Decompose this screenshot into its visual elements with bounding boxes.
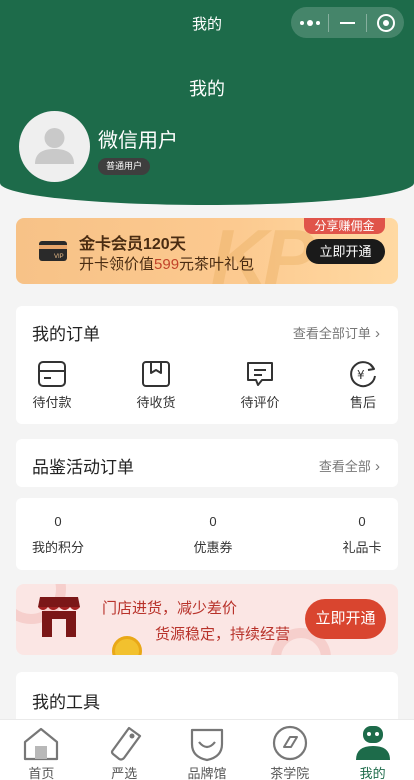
tools-title: 我的工具	[32, 693, 100, 712]
more-dots-icon[interactable]	[291, 7, 328, 38]
wallet-card-icon	[38, 361, 66, 387]
username[interactable]: 微信用户	[98, 124, 178, 153]
gift-card-value: 0	[358, 514, 366, 529]
comment-bubble-icon	[247, 362, 273, 386]
gift-card-item[interactable]: 0 礼品卡	[340, 514, 384, 556]
assets-card: 0 我的积分 0 优惠券 0 礼品卡	[16, 498, 398, 570]
avatar[interactable]	[19, 111, 90, 182]
tasting-orders-title: 品鉴活动订单	[32, 458, 134, 477]
svg-text:VIP: VIP	[54, 254, 64, 260]
tab-label: 品牌馆	[187, 766, 227, 780]
points-label: 我的积分	[32, 540, 85, 555]
tab-academy[interactable]: 茶学院	[248, 720, 331, 780]
points-item[interactable]: 0 我的积分	[32, 514, 84, 556]
banner-watermark: KP	[211, 218, 315, 284]
order-pending-receipt[interactable]: 待收货	[121, 360, 191, 411]
view-all-orders-link[interactable]: 查看全部订单	[293, 323, 380, 342]
tab-label: 我的	[359, 766, 386, 780]
package-box-icon	[142, 361, 170, 387]
target-close-icon[interactable]	[367, 7, 404, 38]
gold-membership-banner[interactable]: KP VIP 金卡会员120天 开卡领价值599元茶叶礼包 分享赚佣金 立即开通	[16, 218, 398, 284]
yuan-refund-icon: ¥	[350, 361, 376, 388]
home-icon	[24, 727, 59, 761]
profile-icon	[355, 726, 390, 760]
svg-text:¥: ¥	[357, 368, 365, 382]
minimize-icon[interactable]	[329, 7, 366, 38]
store-wholesale-banner[interactable]: 门店进货，减少差价 货源稳定，持续经营 立即开通	[16, 584, 398, 655]
tab-label: 严选	[111, 766, 138, 780]
orders-card: 我的订单 查看全部订单 待付款 待收货 待评价 ¥ 售后	[16, 306, 398, 424]
coupons-value: 0	[209, 514, 217, 529]
mini-program-capsule	[291, 7, 404, 38]
order-item-label: 售后	[349, 395, 376, 410]
coin-icon	[112, 636, 142, 655]
tab-selected[interactable]: 严选	[83, 720, 166, 780]
coupons-label: 优惠券	[193, 540, 233, 555]
points-value: 0	[54, 514, 62, 529]
academy-circle-icon	[272, 725, 307, 761]
order-item-label: 待收货	[136, 395, 176, 410]
gift-value: 599	[154, 256, 180, 273]
coupons-item[interactable]: 0 优惠券	[187, 514, 239, 556]
tab-label: 茶学院	[270, 766, 310, 780]
tab-brand[interactable]: 品牌馆	[166, 720, 249, 780]
gift-card-label: 礼品卡	[342, 540, 382, 555]
user-silhouette-icon	[35, 128, 74, 164]
store-banner-line2: 货源稳定，持续经营	[155, 626, 291, 643]
store-banner-line1: 门店进货，减少差价	[102, 600, 238, 617]
order-pending-review[interactable]: 待评价	[225, 360, 295, 411]
tab-home[interactable]: 首页	[0, 720, 83, 780]
gold-open-button[interactable]: 立即开通	[306, 239, 385, 264]
storefront-icon	[38, 597, 80, 637]
bottom-tab-bar: 首页 严选 品牌馆 茶学院 我的	[0, 719, 414, 780]
gold-card-subtitle: 开卡领价值599元茶叶礼包	[79, 256, 255, 273]
tab-label: 首页	[28, 766, 55, 780]
member-level-badge: 普通用户	[98, 158, 151, 175]
order-pending-payment[interactable]: 待付款	[17, 360, 87, 411]
share-commission-tag[interactable]: 分享赚佣金	[304, 218, 385, 234]
gold-card-title: 金卡会员120天	[79, 236, 186, 253]
page-title: 我的	[189, 79, 225, 99]
tag-icon	[111, 726, 142, 761]
order-after-sales[interactable]: ¥ 售后	[328, 360, 398, 411]
order-item-label: 待付款	[32, 395, 72, 410]
order-item-label: 待评价	[240, 395, 280, 410]
view-all-tasting-link[interactable]: 查看全部	[319, 456, 380, 475]
brand-shield-icon	[190, 728, 224, 762]
vip-card-icon: VIP	[39, 241, 67, 261]
tab-mine[interactable]: 我的	[331, 720, 414, 780]
orders-title: 我的订单	[32, 325, 100, 344]
tasting-orders-card[interactable]: 品鉴活动订单 查看全部	[16, 439, 398, 487]
store-open-button[interactable]: 立即开通	[305, 599, 386, 639]
